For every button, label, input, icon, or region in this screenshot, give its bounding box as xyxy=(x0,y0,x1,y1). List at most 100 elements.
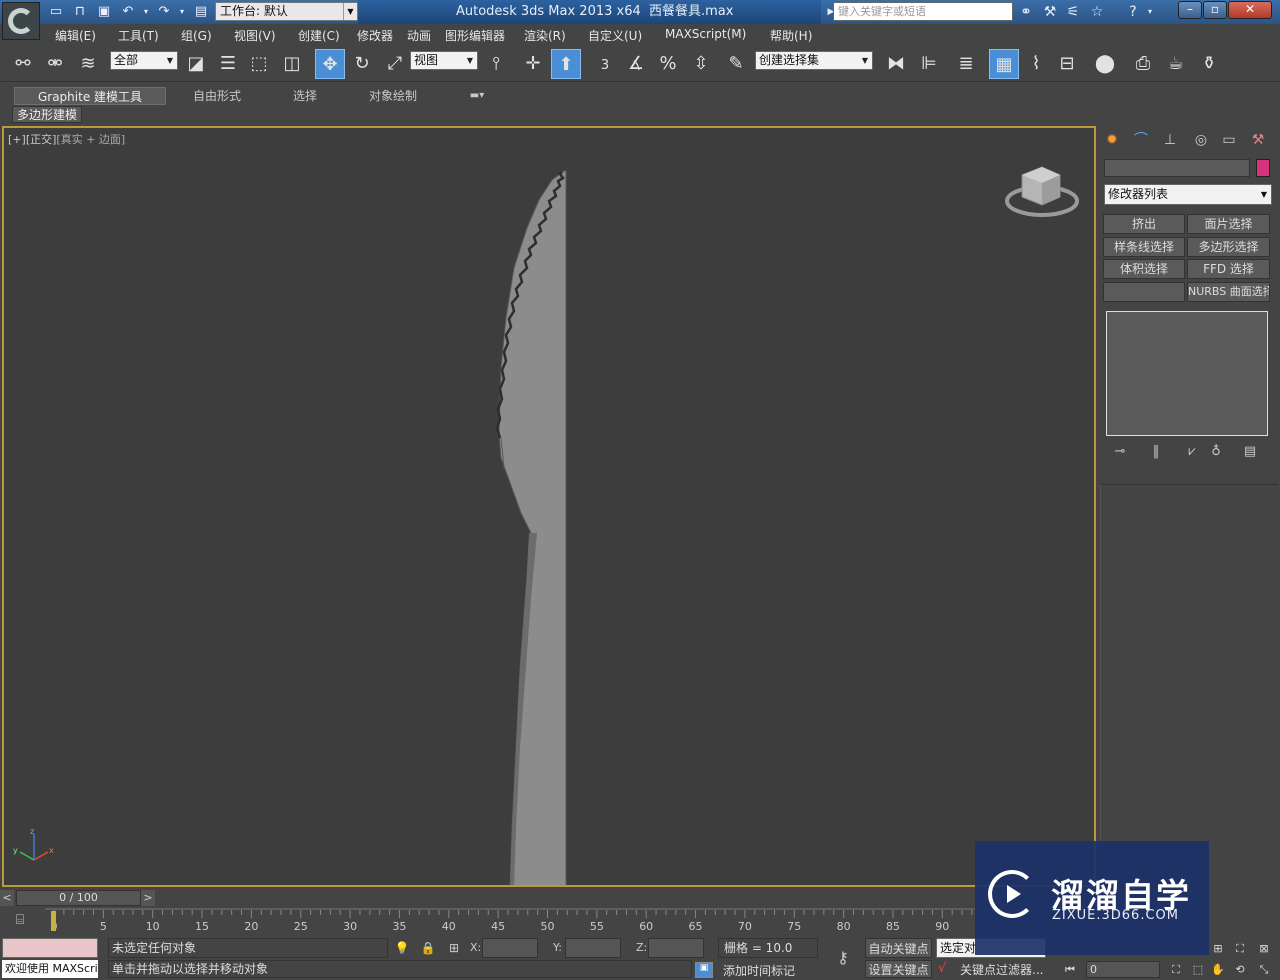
reference-coordinate-dropdown[interactable]: 视图 ▼ xyxy=(410,51,478,70)
zoom-region-icon[interactable]: ⬚ xyxy=(1190,962,1206,978)
menu-views[interactable]: 视图(V) xyxy=(234,27,276,44)
set-key-icon[interactable]: ⚷ xyxy=(830,948,856,967)
workspace-dropdown[interactable]: 工作台: 默认 ▼ xyxy=(215,2,358,21)
maximize-button[interactable]: ▫ xyxy=(1203,1,1227,19)
menu-customize[interactable]: 自定义(U) xyxy=(588,27,642,44)
undo-dropdown-icon[interactable]: ▾ xyxy=(138,4,154,19)
knife-model[interactable] xyxy=(4,128,1096,887)
menu-graph-editors[interactable]: 图形编辑器 xyxy=(445,27,505,44)
material-editor-icon[interactable]: ⬤ xyxy=(1090,49,1120,79)
selection-lock-icon[interactable]: 🔒 xyxy=(419,939,437,957)
pivot-center-icon[interactable]: ⫯ xyxy=(481,49,511,79)
add-time-tag-icon[interactable]: ▣ xyxy=(695,962,713,978)
next-frame-icon[interactable]: > xyxy=(141,890,155,906)
create-tab-icon[interactable]: ✹ xyxy=(1100,129,1124,151)
patch-select-button[interactable]: 面片选择 xyxy=(1187,214,1270,234)
ribbon-options-icon[interactable]: ▬▾ xyxy=(462,87,492,105)
absolute-mode-icon[interactable]: ⊞ xyxy=(445,939,463,957)
unlink-icon[interactable]: ⚮ xyxy=(40,49,70,79)
remove-modifier-icon[interactable]: ♁ xyxy=(1206,444,1226,462)
favorites-star-icon[interactable]: ☆ xyxy=(1088,3,1106,21)
configure-modifier-sets-icon[interactable]: ▤ xyxy=(1240,444,1260,462)
menu-rendering[interactable]: 渲染(R) xyxy=(524,27,566,44)
modify-tab-icon[interactable]: ⌒ xyxy=(1129,129,1153,151)
percent-snap-icon[interactable]: % xyxy=(653,49,683,79)
set-key-button[interactable]: 设置关键点 xyxy=(865,960,932,978)
edit-named-sel-icon[interactable]: ✎ xyxy=(721,49,751,79)
menu-help[interactable]: 帮助(H) xyxy=(770,27,812,44)
render-setup-icon[interactable]: ⎙ xyxy=(1128,49,1158,79)
menu-edit[interactable]: 编辑(E) xyxy=(55,27,96,44)
viewcube-icon[interactable] xyxy=(1004,161,1084,221)
ffd-select-button[interactable]: FFD 选择 xyxy=(1187,259,1270,279)
modifier-list-dropdown[interactable]: 修改器列表 ▼ xyxy=(1104,184,1272,205)
maxscript-welcome-label[interactable]: 欢迎使用 MAXScri xyxy=(2,960,98,978)
spline-select-button[interactable]: 样条线选择 xyxy=(1103,237,1185,257)
selection-filter-dropdown[interactable]: 全部 ▼ xyxy=(110,51,178,70)
key-filters-button[interactable]: 关键点过滤器... xyxy=(960,961,1043,978)
add-time-tag-label[interactable]: 添加时间标记 xyxy=(723,962,795,979)
link-icon[interactable]: ⚯ xyxy=(8,49,38,79)
open-file-icon[interactable]: ⊓ xyxy=(72,4,88,19)
curve-editor-icon[interactable]: ⌇ xyxy=(1021,49,1051,79)
utilities-tab-icon[interactable]: ⚒ xyxy=(1246,129,1270,151)
search-input[interactable]: 键入关键字或短语 xyxy=(833,2,1013,21)
maxscript-listener-field[interactable] xyxy=(2,938,98,958)
x-coordinate-field[interactable] xyxy=(482,938,538,958)
window-crossing-icon[interactable]: ◫ xyxy=(277,49,307,79)
menu-animation[interactable]: 动画 xyxy=(407,27,431,44)
select-and-rotate-icon[interactable]: ↻ xyxy=(347,49,377,79)
orbit-icon[interactable]: ⟲ xyxy=(1232,962,1248,978)
isolate-selection-icon[interactable]: 💡 xyxy=(393,939,411,957)
project-folder-icon[interactable]: ▤ xyxy=(193,4,209,19)
frame-ruler[interactable]: 051015202530354045505560657075808590 xyxy=(0,908,975,936)
volume-select-button[interactable]: 体积选择 xyxy=(1103,259,1185,279)
redo-icon[interactable]: ↷ xyxy=(156,4,172,19)
empty-modifier-button[interactable] xyxy=(1103,282,1185,302)
show-end-result-icon[interactable]: ‖ xyxy=(1146,444,1166,462)
tab-graphite-modeling[interactable]: Graphite 建模工具 xyxy=(14,87,166,105)
zoom-all-icon[interactable]: ⊞ xyxy=(1210,941,1226,957)
extrude-button[interactable]: 挤出 xyxy=(1103,214,1185,234)
poly-select-button[interactable]: 多边形选择 xyxy=(1187,237,1270,257)
tab-selection[interactable]: 选择 xyxy=(270,87,340,105)
minimize-button[interactable]: – xyxy=(1178,1,1202,19)
communication-center-icon[interactable]: ⚟ xyxy=(1064,3,1082,21)
current-frame-field[interactable]: 0 xyxy=(1086,961,1160,978)
redo-dropdown-icon[interactable]: ▾ xyxy=(174,4,190,19)
undo-icon[interactable]: ↶ xyxy=(120,4,136,19)
bind-space-warp-icon[interactable]: ≋ xyxy=(73,49,103,79)
render-production-icon[interactable]: ⚱ xyxy=(1194,49,1224,79)
menu-tools[interactable]: 工具(T) xyxy=(118,27,159,44)
zoom-extents-icon[interactable]: ⛶ xyxy=(1168,962,1184,978)
object-name-field[interactable] xyxy=(1104,159,1250,177)
mirror-icon[interactable]: ⧓ xyxy=(881,49,911,79)
pan-view-icon[interactable]: ✋ xyxy=(1210,962,1226,978)
modifier-stack[interactable] xyxy=(1106,311,1268,436)
y-coordinate-field[interactable] xyxy=(565,938,621,958)
time-slider-handle[interactable]: 0 / 100 xyxy=(16,890,141,906)
binoculars-icon[interactable]: ⚭ xyxy=(1017,3,1035,21)
field-of-view-icon[interactable]: ⊠ xyxy=(1256,941,1272,957)
spinner-snap-icon[interactable]: ⇳ xyxy=(686,49,716,79)
select-by-name-icon[interactable]: ☰ xyxy=(213,49,243,79)
close-button[interactable]: ✕ xyxy=(1228,1,1272,19)
tab-freeform[interactable]: 自由形式 xyxy=(174,87,260,105)
graphite-toggle-icon[interactable]: ▦ xyxy=(989,49,1019,79)
menu-create[interactable]: 创建(C) xyxy=(298,27,340,44)
app-logo-icon[interactable] xyxy=(2,2,40,40)
select-and-scale-icon[interactable]: ⤢ xyxy=(380,49,410,79)
menu-modifiers[interactable]: 修改器 xyxy=(357,27,393,44)
display-tab-icon[interactable]: ▭ xyxy=(1217,129,1241,151)
rect-selection-region-icon[interactable]: ⬚ xyxy=(244,49,274,79)
angle-snap-icon[interactable]: ∡ xyxy=(621,49,651,79)
zoom-extents-all-icon[interactable]: ⛶ xyxy=(1232,941,1248,957)
motion-tab-icon[interactable]: ◎ xyxy=(1189,129,1213,151)
align-icon[interactable]: ⊫ xyxy=(914,49,944,79)
schematic-view-icon[interactable]: ⊟ xyxy=(1052,49,1082,79)
hierarchy-tab-icon[interactable]: ⊥ xyxy=(1158,129,1182,151)
select-object-icon[interactable]: ◪ xyxy=(181,49,211,79)
subtab-polygon-modeling[interactable]: 多边形建模 xyxy=(12,106,82,123)
save-icon[interactable]: ▣ xyxy=(96,4,112,19)
go-to-start-icon[interactable]: ⏮ xyxy=(1062,962,1078,978)
